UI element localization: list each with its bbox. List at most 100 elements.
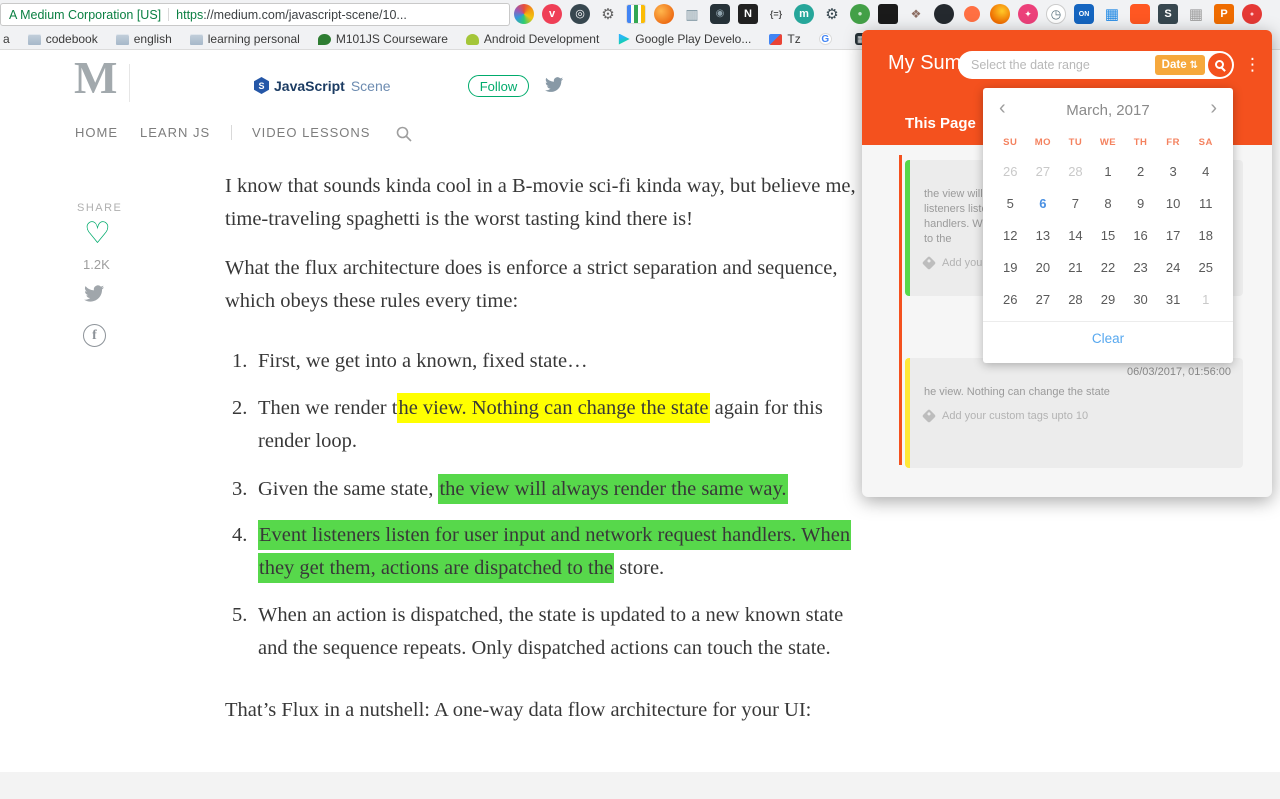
calendar-day[interactable]: 6 [1027, 188, 1060, 220]
follow-button[interactable]: Follow [468, 75, 529, 97]
extension-icon[interactable] [626, 4, 646, 24]
calendar-day[interactable]: 28 [1059, 156, 1092, 188]
list-number: 1. [232, 345, 247, 378]
menu-dots-icon[interactable]: ⋮ [1244, 55, 1261, 75]
calendar-day[interactable]: 24 [1157, 252, 1190, 284]
calendar-day[interactable]: 3 [1157, 156, 1190, 188]
calendar-day[interactable]: 12 [994, 220, 1027, 252]
calendar-day[interactable]: 1 [1189, 284, 1222, 316]
calendar-day[interactable]: 28 [1059, 284, 1092, 316]
bookmark-item[interactable]: codebook [28, 32, 98, 46]
extension-icon[interactable]: ◉ [710, 4, 730, 24]
chevron-right-icon[interactable]: › [1204, 97, 1223, 120]
calendar-day[interactable]: 7 [1059, 188, 1092, 220]
calendar-day[interactable]: 26 [994, 156, 1027, 188]
calendar-day[interactable]: 20 [1027, 252, 1060, 284]
bookmark-item[interactable]: learning personal [190, 32, 300, 46]
bookmark-item[interactable]: english [116, 32, 172, 46]
highlight-timestamp: 06/03/2017, 01:56:00 [924, 366, 1231, 379]
calendar-day[interactable]: 16 [1124, 220, 1157, 252]
calendar-day[interactable]: 1 [1092, 156, 1125, 188]
calendar-day[interactable]: 29 [1092, 284, 1125, 316]
extension-icon[interactable]: ⚙ [822, 4, 842, 24]
calendar-day[interactable]: 13 [1027, 220, 1060, 252]
nav-video-lessons[interactable]: VIDEO LESSONS [252, 125, 370, 140]
calendar-day[interactable]: 14 [1059, 220, 1092, 252]
calendar-day[interactable]: 9 [1124, 188, 1157, 220]
bookmark-item[interactable]: Android Development [466, 32, 599, 46]
extension-icon[interactable] [990, 4, 1010, 24]
publication-link[interactable]: S JavaScript Scene [254, 77, 391, 94]
calendar-day[interactable]: 21 [1059, 252, 1092, 284]
extension-icon[interactable]: ▦ [1102, 4, 1122, 24]
date-sort-button[interactable]: Date⇅ [1155, 55, 1205, 75]
calendar-day[interactable]: 15 [1092, 220, 1125, 252]
twitter-share-icon[interactable] [83, 285, 105, 304]
calendar-day[interactable]: 25 [1189, 252, 1222, 284]
calendar-grid: 2627281234567891011121314151617181920212… [983, 156, 1233, 316]
extension-icon[interactable] [934, 4, 954, 24]
highlight-card-yellow[interactable]: 06/03/2017, 01:56:00 he view. Nothing ca… [905, 358, 1243, 468]
extension-icon[interactable]: N [738, 4, 758, 24]
date-range-input[interactable] [971, 58, 1155, 72]
medium-logo[interactable]: M [74, 54, 117, 102]
calendar-day[interactable]: 19 [994, 252, 1027, 284]
extension-icon[interactable]: ▥ [682, 4, 702, 24]
extension-icon[interactable] [514, 4, 534, 24]
bookmark-item[interactable]: G [819, 33, 837, 45]
extension-icon[interactable]: ✦ [1018, 4, 1038, 24]
extension-icon[interactable]: ◷ [1046, 4, 1066, 24]
extension-icon[interactable] [964, 6, 980, 22]
twitter-icon[interactable] [544, 77, 564, 94]
browser-toolbar: A Medium Corporation [US] https://medium… [0, 0, 1280, 29]
calendar-day[interactable]: 11 [1189, 188, 1222, 220]
extension-icon[interactable] [654, 4, 674, 24]
extension-icon[interactable]: S [1158, 4, 1178, 24]
bookmark-item[interactable]: M101JS Courseware [318, 32, 448, 46]
sort-icon: ⇅ [1190, 60, 1198, 71]
calendar-day[interactable]: 23 [1124, 252, 1157, 284]
extension-icon[interactable]: P [1214, 4, 1234, 24]
extension-icon[interactable]: ⚙ [598, 4, 618, 24]
calendar-day[interactable]: 8 [1092, 188, 1125, 220]
nav-learn-js[interactable]: LEARN JS [140, 125, 210, 140]
calendar-nav: ‹ March, 2017 › [983, 88, 1233, 134]
tags-row[interactable]: Add your custom tags upto 10 [924, 410, 1231, 422]
calendar-day[interactable]: 10 [1157, 188, 1190, 220]
bookmark-item[interactable]: Tz [769, 32, 800, 46]
extension-icon[interactable] [1130, 4, 1150, 24]
extension-icon[interactable]: ❖ [906, 4, 926, 24]
tab-this-page[interactable]: This Page [905, 115, 976, 132]
heart-icon[interactable]: ♡ [84, 219, 111, 249]
bookmark-label: Tz [787, 32, 800, 46]
calendar-day[interactable]: 27 [1027, 284, 1060, 316]
extension-icon[interactable]: v [542, 4, 562, 24]
facebook-share-icon[interactable]: f [83, 324, 106, 347]
calendar-day[interactable]: 26 [994, 284, 1027, 316]
extension-icon[interactable]: {=} [766, 4, 786, 24]
calendar-day[interactable]: 4 [1189, 156, 1222, 188]
extension-icon[interactable] [878, 4, 898, 24]
extension-icon[interactable]: ▦ [1186, 4, 1206, 24]
url-bar[interactable]: A Medium Corporation [US] https://medium… [0, 3, 510, 26]
paragraph-line: which obeys these rules every time: [225, 285, 837, 318]
calendar-day[interactable]: 22 [1092, 252, 1125, 284]
extension-icon[interactable]: ON [1074, 4, 1094, 24]
search-button[interactable] [1208, 53, 1232, 77]
calendar-day[interactable]: 18 [1189, 220, 1222, 252]
calendar-day[interactable]: 27 [1027, 156, 1060, 188]
clear-button[interactable]: Clear [983, 321, 1233, 355]
search-icon[interactable] [395, 125, 413, 143]
calendar-day[interactable]: 30 [1124, 284, 1157, 316]
calendar-day[interactable]: 5 [994, 188, 1027, 220]
nav-home[interactable]: HOME [75, 125, 118, 140]
calendar-day[interactable]: 31 [1157, 284, 1190, 316]
bookmark-item[interactable]: Google Play Develo... [617, 32, 751, 46]
extension-icon[interactable]: ● [850, 4, 870, 24]
bookmark-item[interactable]: a [3, 32, 10, 46]
extension-icon[interactable]: m [794, 4, 814, 24]
extension-icon[interactable]: ● [1242, 4, 1262, 24]
calendar-day[interactable]: 2 [1124, 156, 1157, 188]
calendar-day[interactable]: 17 [1157, 220, 1190, 252]
extension-icon[interactable]: ◎ [570, 4, 590, 24]
